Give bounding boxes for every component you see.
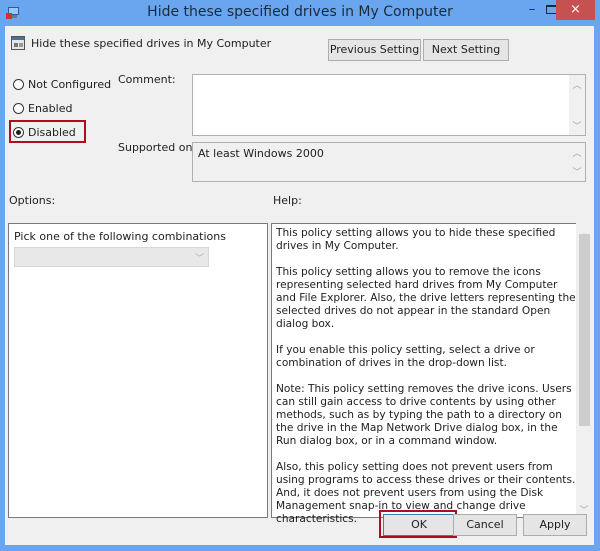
next-setting-button[interactable]: Next Setting (423, 39, 509, 61)
apply-button[interactable]: Apply (523, 514, 587, 536)
help-label: Help: (273, 194, 302, 207)
scroll-up-icon[interactable]: ︿ (569, 78, 585, 91)
combo-label: Pick one of the following combinations (14, 230, 226, 243)
scroll-up-icon[interactable]: ︿ (569, 146, 585, 159)
supported-on-value: At least Windows 2000 (198, 147, 324, 160)
scroll-down-icon[interactable]: ﹀ (569, 119, 585, 132)
window-title: Hide these specified drives in My Comput… (147, 4, 453, 20)
help-paragraph: This policy setting allows you to remove… (276, 266, 576, 330)
ok-highlight-box (379, 510, 457, 538)
options-panel: Pick one of the following combinations ﹀ (8, 223, 268, 518)
chevron-down-icon: ﹀ (194, 254, 204, 264)
title-bar[interactable]: Hide these specified drives in My Comput… (0, 0, 600, 26)
supported-on-field: At least Windows 2000 ︿ ﹀ (192, 142, 586, 182)
help-paragraph: If you enable this policy setting, selec… (276, 344, 535, 369)
cancel-button[interactable]: Cancel (453, 514, 517, 536)
policy-setting-icon (11, 36, 25, 50)
supported-on-label: Supported on: (118, 141, 197, 154)
close-button[interactable]: × (556, 0, 595, 20)
minimize-button[interactable]: – (522, 2, 542, 18)
policy-name: Hide these specified drives in My Comput… (31, 37, 272, 50)
help-paragraph: This policy setting allows you to hide t… (276, 227, 556, 252)
options-label: Options: (9, 194, 56, 207)
radio-button[interactable] (13, 79, 24, 90)
radio-label: Not Configured (28, 78, 112, 91)
scrollbar-thumb[interactable] (579, 234, 590, 426)
disabled-highlight-box (9, 120, 86, 143)
supported-scrollbar[interactable]: ︿ ﹀ (569, 143, 585, 181)
dialog-body: Hide these specified drives in My Comput… (5, 26, 594, 545)
help-panel: This policy setting allows you to hide t… (271, 223, 578, 525)
comment-textarea[interactable]: ︿ ﹀ (192, 74, 586, 136)
help-text: This policy setting allows you to hide t… (276, 227, 576, 539)
comment-scrollbar[interactable]: ︿ ﹀ (569, 75, 585, 135)
radio-button[interactable] (13, 103, 24, 114)
previous-setting-button[interactable]: Previous Setting (328, 39, 421, 61)
comment-label: Comment: (118, 73, 176, 86)
radio-label: Enabled (28, 102, 73, 115)
help-paragraph: Note: This policy setting removes the dr… (276, 383, 572, 447)
drive-combination-dropdown[interactable]: ﹀ (14, 247, 209, 267)
scroll-down-icon[interactable]: ﹀ (569, 165, 585, 178)
help-scrollbar[interactable]: ︿ ﹀ (576, 223, 592, 518)
